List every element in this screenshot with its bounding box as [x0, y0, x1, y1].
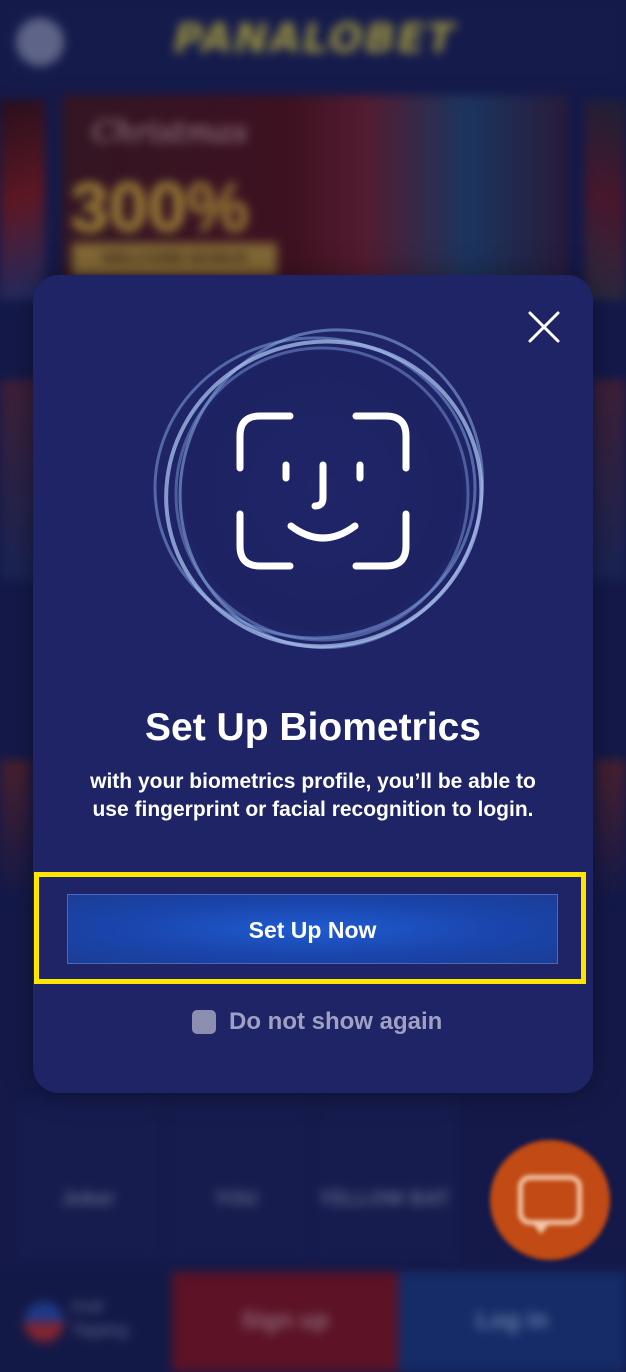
- close-icon: [528, 311, 560, 343]
- checkbox[interactable]: [192, 1010, 216, 1034]
- do-not-show-again-option[interactable]: Do not show again: [192, 1006, 442, 1038]
- face-id-icon: [153, 328, 484, 650]
- setup-now-button[interactable]: Set Up Now: [67, 894, 558, 964]
- modal-description: with your biometrics profile, you’ll be …: [90, 770, 536, 821]
- chat-button[interactable]: [490, 1140, 610, 1260]
- chat-icon: [518, 1175, 582, 1234]
- checkbox-label[interactable]: Do not show again: [229, 1008, 442, 1036]
- modal-title: Set Up Biometrics: [145, 706, 481, 749]
- close-button[interactable]: [522, 305, 566, 349]
